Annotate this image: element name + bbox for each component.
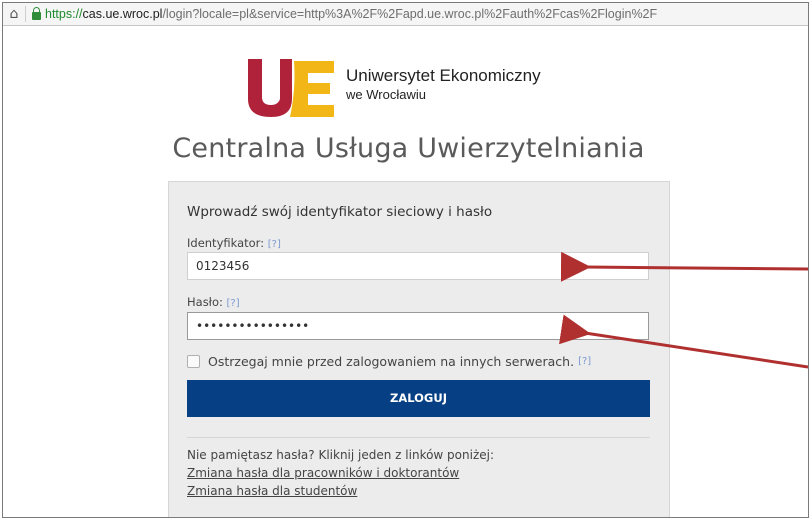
login-button[interactable]: ZALOGUJ xyxy=(187,380,650,417)
login-panel: Wprowadź swój identyfikator sieciowy i h… xyxy=(168,181,670,517)
forgot-password-text: Nie pamiętasz hasła? Kliknij jeden z lin… xyxy=(187,448,495,462)
identifier-help-link[interactable]: [?] xyxy=(268,239,281,250)
warn-checkbox-label[interactable]: Ostrzegaj mnie przed zalogowaniem na inn… xyxy=(208,354,574,369)
home-icon[interactable]: ⌂ xyxy=(3,6,25,22)
warn-help-link[interactable]: [?] xyxy=(578,356,591,367)
url-path: /login?locale=pl&service=http%3A%2F%2Fap… xyxy=(162,7,658,21)
url-host: cas.ue.wroc.pl xyxy=(82,7,163,21)
university-logo: Uniwersytet Ekonomiczny we Wrocławiu xyxy=(246,57,606,121)
password-label: Hasło: [?] xyxy=(187,295,240,309)
password-help-link[interactable]: [?] xyxy=(227,298,240,309)
student-password-link[interactable]: Zmiana hasła dla studentów xyxy=(187,484,357,498)
warn-checkbox[interactable] xyxy=(187,355,200,368)
logo-subname: we Wrocławiu xyxy=(346,87,426,102)
page-title: Centralna Usługa Uwierzytelniania xyxy=(172,133,645,164)
warn-checkbox-row[interactable]: Ostrzegaj mnie przed zalogowaniem na inn… xyxy=(187,354,591,369)
identifier-label: Identyfikator: [?] xyxy=(187,236,281,250)
url-text[interactable]: https://cas.ue.wroc.pl/login?locale=pl&s… xyxy=(45,7,657,21)
identifier-label-text: Identyfikator: xyxy=(187,236,265,250)
password-label-text: Hasło: xyxy=(187,295,223,309)
identifier-input[interactable]: 0123456 xyxy=(187,252,649,280)
login-heading: Wprowadź swój identyfikator sieciowy i h… xyxy=(187,204,493,220)
staff-password-link[interactable]: Zmiana hasła dla pracowników i doktorant… xyxy=(187,466,459,480)
browser-window: ⌂ https://cas.ue.wroc.pl/login?locale=pl… xyxy=(2,2,809,518)
logo-name: Uniwersytet Ekonomiczny xyxy=(346,66,541,85)
address-bar[interactable]: ⌂ https://cas.ue.wroc.pl/login?locale=pl… xyxy=(3,3,808,26)
address-separator xyxy=(25,6,26,22)
logo-e-mark xyxy=(290,61,334,117)
password-input[interactable]: •••••••••••••••• xyxy=(187,312,649,340)
lock-icon[interactable] xyxy=(32,7,41,20)
divider xyxy=(187,437,650,438)
url-scheme: https:// xyxy=(45,7,83,21)
